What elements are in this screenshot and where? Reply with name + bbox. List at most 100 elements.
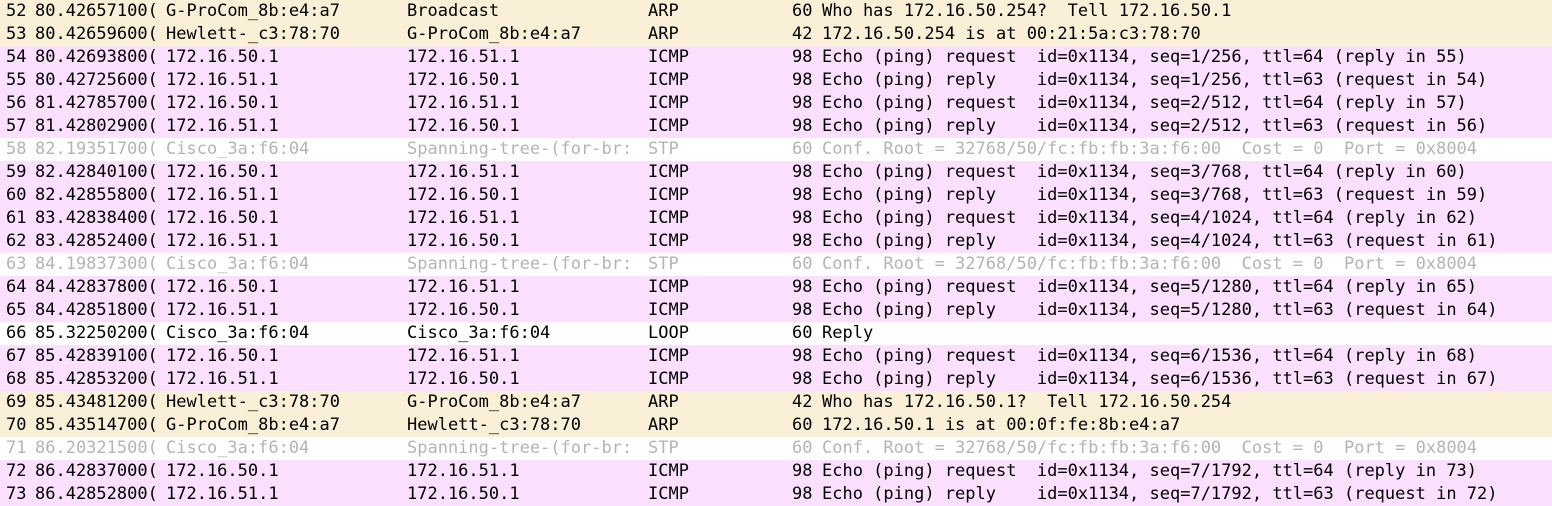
packet-time: 86.20321500( — [35, 438, 158, 458]
packet-destination: 172.16.51.1 — [407, 277, 520, 297]
packet-info: Conf. Root = 32768/50/fc:fb:fb:3a:f6:00 … — [822, 254, 1478, 274]
packet-info: Echo (ping) reply id=0x1134, seq=3/768, … — [822, 185, 1488, 205]
packet-row[interactable]: 70 85.43514700(G-ProCom_8b:e4:a7 Hewlett-_… — [0, 414, 1552, 437]
packet-destination: Cisco_3a:f6:04 — [407, 323, 551, 343]
packet-info: Echo (ping) request id=0x1134, seq=6/153… — [822, 346, 1478, 366]
packet-info: Conf. Root = 32768/50/fc:fb:fb:3a:f6:00 … — [822, 438, 1478, 458]
packet-number: 71 — [6, 438, 27, 458]
packet-number: 68 — [6, 369, 27, 389]
packet-row[interactable]: 63 84.19837300(Cisco_3a:f6:04 Spanning-tre… — [0, 253, 1552, 276]
packet-source: Cisco_3a:f6:04 — [166, 254, 310, 274]
packet-length: 98 — [792, 484, 813, 504]
packet-source: Cisco_3a:f6:04 — [166, 139, 310, 159]
packet-protocol: ICMP — [648, 162, 689, 182]
packet-length: 60 — [792, 254, 813, 274]
packet-time: 81.42785700( — [35, 93, 158, 113]
packet-length: 98 — [792, 93, 813, 113]
packet-length: 98 — [792, 369, 813, 389]
packet-destination: Spanning-tree-(for-br: — [407, 254, 633, 274]
packet-destination: 172.16.51.1 — [407, 461, 520, 481]
packet-destination: 172.16.51.1 — [407, 346, 520, 366]
packet-destination: 172.16.50.1 — [407, 185, 520, 205]
packet-protocol: ARP — [648, 1, 679, 21]
packet-info: 172.16.50.254 is at 00:21:5a:c3:78:70 — [822, 24, 1201, 44]
packet-row[interactable]: 59 82.42840100(172.16.50.1 172.16.51.1 ICMP… — [0, 161, 1552, 184]
packet-destination: G-ProCom_8b:e4:a7 — [407, 24, 581, 44]
packet-number: 59 — [6, 162, 27, 182]
packet-info: Who has 172.16.50.1? Tell 172.16.50.254 — [822, 392, 1232, 412]
packet-row[interactable]: 73 86.42852800(172.16.51.1 172.16.50.1 ICMP… — [0, 483, 1552, 506]
packet-time: 85.42839100( — [35, 346, 158, 366]
packet-source: 172.16.51.1 — [166, 231, 279, 251]
packet-protocol: ICMP — [648, 231, 689, 251]
packet-protocol: ARP — [648, 415, 679, 435]
packet-time: 80.42657100( — [35, 1, 158, 21]
packet-info: 172.16.50.1 is at 00:0f:fe:8b:e4:a7 — [822, 415, 1181, 435]
packet-row[interactable]: 57 81.42802900(172.16.51.1 172.16.50.1 ICMP… — [0, 115, 1552, 138]
packet-protocol: ICMP — [648, 47, 689, 67]
packet-number: 64 — [6, 277, 27, 297]
packet-number: 72 — [6, 461, 27, 481]
packet-time: 82.19351700( — [35, 139, 158, 159]
packet-row[interactable]: 54 80.42693800(172.16.50.1 172.16.51.1 ICMP… — [0, 46, 1552, 69]
packet-number: 62 — [6, 231, 27, 251]
packet-protocol: ICMP — [648, 93, 689, 113]
packet-row[interactable]: 53 80.42659600(Hewlett-_c3:78:70 G-ProCom_… — [0, 23, 1552, 46]
packet-row[interactable]: 71 86.20321500( Cisco_3a:f6:04 Spanning-tre… — [0, 437, 1552, 460]
packet-source: 172.16.51.1 — [166, 484, 279, 504]
packet-time: 80.42725600( — [35, 70, 158, 90]
packet-number: 57 — [6, 116, 27, 136]
packet-number: 67 — [6, 346, 27, 366]
packet-list[interactable]: 52 80.42657100(G-ProCom_8b:e4:a7 Broadcast… — [0, 0, 1552, 506]
packet-source: 172.16.50.1 — [166, 346, 279, 366]
packet-protocol: ARP — [648, 24, 679, 44]
packet-row[interactable]: 60 82.42855800(172.16.51.1 172.16.50.1 ICMP… — [0, 184, 1552, 207]
packet-destination: 172.16.50.1 — [407, 369, 520, 389]
packet-source: 172.16.50.1 — [166, 208, 279, 228]
packet-source: Hewlett-_c3:78:70 — [166, 24, 340, 44]
packet-length: 98 — [792, 277, 813, 297]
packet-row[interactable]: 62 83.42852400(172.16.51.1 172.16.50.1 ICMP… — [0, 230, 1552, 253]
packet-row[interactable]: 65 84.42851800(172.16.51.1 172.16.50.1 ICMP… — [0, 299, 1552, 322]
packet-source: 172.16.51.1 — [166, 70, 279, 90]
packet-row[interactable]: 67 85.42839100(172.16.50.1 172.16.51.1 ICMP… — [0, 345, 1552, 368]
packet-source: Cisco_3a:f6:04 — [166, 323, 310, 343]
packet-row[interactable]: 66 85.32250200(Cisco_3a:f6:04 Cisco_3a:f6:… — [0, 322, 1552, 345]
packet-length: 60 — [792, 139, 813, 159]
packet-row[interactable]: 55 80.42725600(172.16.51.1 172.16.50.1 ICMP… — [0, 69, 1552, 92]
packet-number: 61 — [6, 208, 27, 228]
packet-source: Cisco_3a:f6:04 — [166, 438, 310, 458]
packet-destination: Spanning-tree-(for-br: — [407, 438, 633, 458]
packet-protocol: STP — [648, 438, 679, 458]
packet-protocol: ICMP — [648, 300, 689, 320]
packet-row[interactable]: 72 86.42837000(172.16.50.1 172.16.51.1 ICMP… — [0, 460, 1552, 483]
packet-info: Reply — [822, 323, 874, 343]
packet-row[interactable]: 52 80.42657100(G-ProCom_8b:e4:a7 Broadcast… — [0, 0, 1552, 23]
packet-info: Echo (ping) request id=0x1134, seq=4/102… — [822, 208, 1478, 228]
packet-time: 82.42855800( — [35, 185, 158, 205]
packet-row[interactable]: 69 85.43481200(Hewlett-_c3:78:70 G-ProCom_… — [0, 391, 1552, 414]
packet-destination: 172.16.50.1 — [407, 70, 520, 90]
packet-number: 66 — [6, 323, 27, 343]
packet-row[interactable]: 68 85.42853200(172.16.51.1 172.16.50.1 ICMP… — [0, 368, 1552, 391]
packet-destination: 172.16.50.1 — [407, 116, 520, 136]
packet-time: 83.42838400( — [35, 208, 158, 228]
packet-source: Hewlett-_c3:78:70 — [166, 392, 340, 412]
packet-protocol: ICMP — [648, 70, 689, 90]
packet-info: Echo (ping) request id=0x1134, seq=3/768… — [822, 162, 1467, 182]
packet-row[interactable]: 61 83.42838400(172.16.50.1 172.16.51.1 ICMP… — [0, 207, 1552, 230]
packet-row[interactable]: 58 82.19351700(Cisco_3a:f6:04 Spanning-tre… — [0, 138, 1552, 161]
packet-destination: G-ProCom_8b:e4:a7 — [407, 392, 581, 412]
packet-protocol: STP — [648, 254, 679, 274]
packet-time: 82.42840100( — [35, 162, 158, 182]
packet-number: 65 — [6, 300, 27, 320]
packet-row[interactable]: 56 81.42785700(172.16.50.1 172.16.51.1 ICMP… — [0, 92, 1552, 115]
packet-time: 84.42837800( — [35, 277, 158, 297]
packet-destination: 172.16.51.1 — [407, 162, 520, 182]
packet-length: 98 — [792, 231, 813, 251]
packet-protocol: LOOP — [648, 323, 689, 343]
packet-protocol: ICMP — [648, 116, 689, 136]
packet-row[interactable]: 64 84.42837800(172.16.50.1 172.16.51.1 ICMP… — [0, 276, 1552, 299]
packet-number: 63 — [6, 254, 27, 274]
packet-destination: 172.16.51.1 — [407, 208, 520, 228]
